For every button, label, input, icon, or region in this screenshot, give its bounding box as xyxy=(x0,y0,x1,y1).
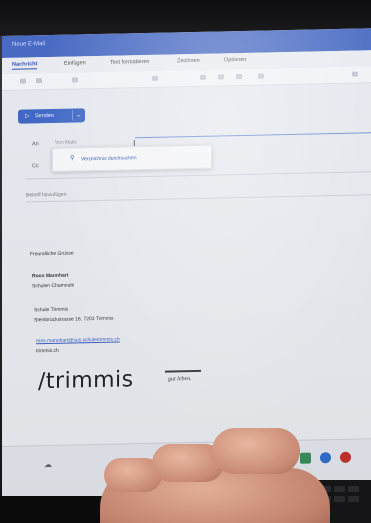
search-directory-label: Verzeichnis durchsuchen xyxy=(81,155,137,163)
to-field-focus-line xyxy=(135,132,371,139)
bold-icon[interactable] xyxy=(200,74,206,80)
index-finger xyxy=(212,428,300,474)
cc-field-line xyxy=(26,171,371,180)
signature-org: Schule Trimmis xyxy=(34,306,69,314)
key xyxy=(334,496,345,502)
photo: Neue E-Mail Nachricht Einfügen Text form… xyxy=(0,0,371,523)
font-icon[interactable] xyxy=(72,77,78,83)
window-title: Neue E-Mail xyxy=(12,41,46,48)
cc-label: Cc xyxy=(32,163,39,170)
signature-website: trimmis.ch xyxy=(36,347,59,355)
font-size-icon[interactable] xyxy=(152,75,158,81)
signature-greeting: Freundliche Grüsse xyxy=(30,250,74,258)
highlight-icon[interactable] xyxy=(258,73,264,79)
chevron-down-icon[interactable]: ⌄ xyxy=(76,111,81,118)
more-options-icon[interactable] xyxy=(352,71,358,77)
tab-optionen[interactable]: Optionen xyxy=(224,57,246,63)
logo-tagline: gut leben. xyxy=(168,376,192,383)
hand xyxy=(90,428,330,523)
tab-einfuegen[interactable]: Einfügen xyxy=(64,60,86,66)
key xyxy=(348,486,359,492)
underline-icon[interactable] xyxy=(236,73,242,80)
signature-address: Steinbrückstrasse 16, 7203 Trimmis xyxy=(34,315,114,324)
weather-icon[interactable]: ☁ xyxy=(44,460,52,469)
send-split-divider xyxy=(72,110,73,121)
tab-zeichnen[interactable]: Zeichnen xyxy=(177,58,200,64)
to-label: An xyxy=(32,141,39,148)
to-input[interactable]: Von Mails xyxy=(55,139,77,145)
send-button[interactable]: ▷ Senden ⌄ xyxy=(18,108,85,124)
trimmis-logo: /trimmis xyxy=(38,367,134,395)
key xyxy=(348,496,359,502)
signature-role: Schulen Chamoule xyxy=(32,282,75,290)
undo-icon[interactable] xyxy=(20,78,26,84)
logo-rule xyxy=(165,369,201,373)
send-button-label: Senden xyxy=(35,112,54,120)
key xyxy=(334,486,345,492)
directory-suggestion-popup[interactable]: ⚲ Verzeichnis durchsuchen xyxy=(52,144,212,172)
signature-email-link[interactable]: roos.mannhart@sus.schuletrimmis.ch xyxy=(36,337,120,345)
subject-input[interactable]: Betreff hinzufügen xyxy=(26,192,67,199)
send-icon: ▷ xyxy=(25,113,30,120)
tab-nachricht[interactable]: Nachricht xyxy=(12,61,38,70)
redo-icon[interactable] xyxy=(36,78,42,84)
app-red-icon[interactable] xyxy=(340,451,351,463)
italic-icon[interactable] xyxy=(218,74,224,80)
search-icon: ⚲ xyxy=(70,155,75,162)
subject-line xyxy=(26,194,371,203)
tab-text-formatieren[interactable]: Text formatieren xyxy=(110,59,149,66)
signature-name: Roos Mannhart xyxy=(32,272,69,280)
